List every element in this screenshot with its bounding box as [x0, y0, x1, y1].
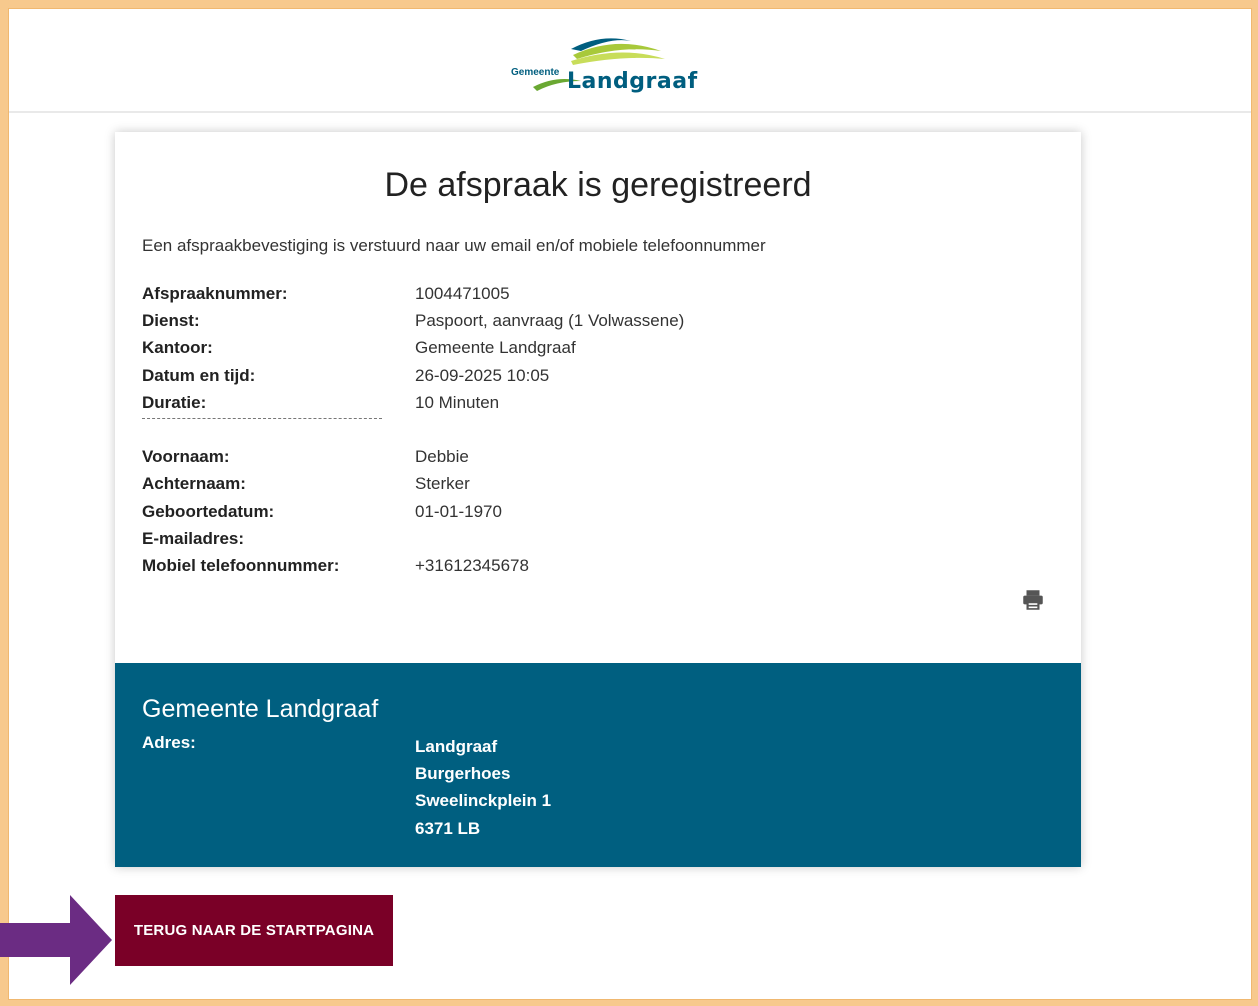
appointment-details: Afspraaknummer: 1004471005 Dienst: Paspo…: [142, 280, 1042, 579]
detail-label: Mobiel telefoonnummer:: [142, 555, 340, 575]
printer-icon[interactable]: [1020, 587, 1046, 613]
detail-label: Datum en tijd:: [142, 365, 256, 385]
detail-label: Afspraaknummer:: [142, 284, 288, 303]
detail-value: 26-09-2025 10:05: [415, 365, 550, 385]
detail-row: Mobiel telefoonnummer: +31612345678: [142, 552, 1042, 579]
detail-value: Paspoort, aanvraag (1 Volwassene): [415, 311, 685, 331]
gemeente-landgraaf-logo[interactable]: Gemeente Landgraaf: [511, 31, 701, 95]
detail-value: +31612345678: [415, 555, 529, 575]
office-name: Gemeente Landgraaf: [142, 695, 379, 723]
confirmation-card: De afspraak is geregistreerd Een afspraa…: [115, 132, 1081, 867]
detail-row: Afspraaknummer: 1004471005: [142, 280, 1042, 307]
detail-value: Gemeente Landgraaf: [415, 338, 576, 358]
detail-value: 01-01-1970: [415, 501, 502, 521]
detail-row: Achternaam: Sterker: [142, 470, 1042, 497]
detail-label: Duratie:: [142, 392, 207, 412]
detail-value: Debbie: [415, 447, 469, 467]
pointing-arrow-icon: [0, 895, 112, 985]
separator-line: [142, 418, 382, 419]
detail-row: Dienst: Paspoort, aanvraag (1 Volwassene…: [142, 307, 1042, 334]
page-title: De afspraak is geregistreerd: [384, 166, 812, 204]
detail-value: Sterker: [415, 474, 470, 494]
address-label: Adres:: [142, 733, 196, 752]
confirmation-intro: Een afspraakbevestiging is verstuurd naa…: [142, 236, 766, 255]
address-line: Burgerhoes: [415, 764, 511, 784]
detail-label: Dienst:: [142, 311, 200, 331]
detail-row: Geboortedatum: 01-01-1970: [142, 498, 1042, 525]
back-to-start-button[interactable]: TERUG NAAR DE STARTPAGINA: [115, 895, 393, 966]
detail-row: Datum en tijd: 26-09-2025 10:05: [142, 362, 1042, 389]
detail-value: 10 Minuten: [415, 392, 500, 412]
address-line: 6371 LB: [415, 818, 481, 838]
detail-row: Kantoor: Gemeente Landgraaf: [142, 334, 1042, 361]
detail-value: 1004471005: [415, 284, 510, 303]
detail-label: Voornaam:: [142, 447, 230, 467]
detail-label: E-mailadres:: [142, 528, 245, 548]
office-info-box: Gemeente Landgraaf Adres: Landgraaf Burg…: [115, 663, 1081, 867]
logo-big-text: Landgraaf: [567, 69, 698, 94]
site-header: Gemeente Landgraaf: [9, 9, 1251, 113]
detail-row: E-mailadres:: [142, 525, 1042, 552]
logo-small-text: Gemeente: [511, 67, 560, 78]
address-line: Landgraaf: [415, 737, 498, 756]
address-lines: Landgraaf Burgerhoes Sweelinckplein 1 63…: [415, 733, 551, 842]
detail-label: Geboortedatum:: [142, 501, 275, 521]
address-line: Sweelinckplein 1: [415, 791, 552, 811]
detail-label: Kantoor:: [142, 338, 213, 358]
detail-row: Voornaam: Debbie: [142, 443, 1042, 470]
detail-row: Duratie: 10 Minuten: [142, 389, 1042, 416]
detail-label: Achternaam:: [142, 474, 246, 494]
